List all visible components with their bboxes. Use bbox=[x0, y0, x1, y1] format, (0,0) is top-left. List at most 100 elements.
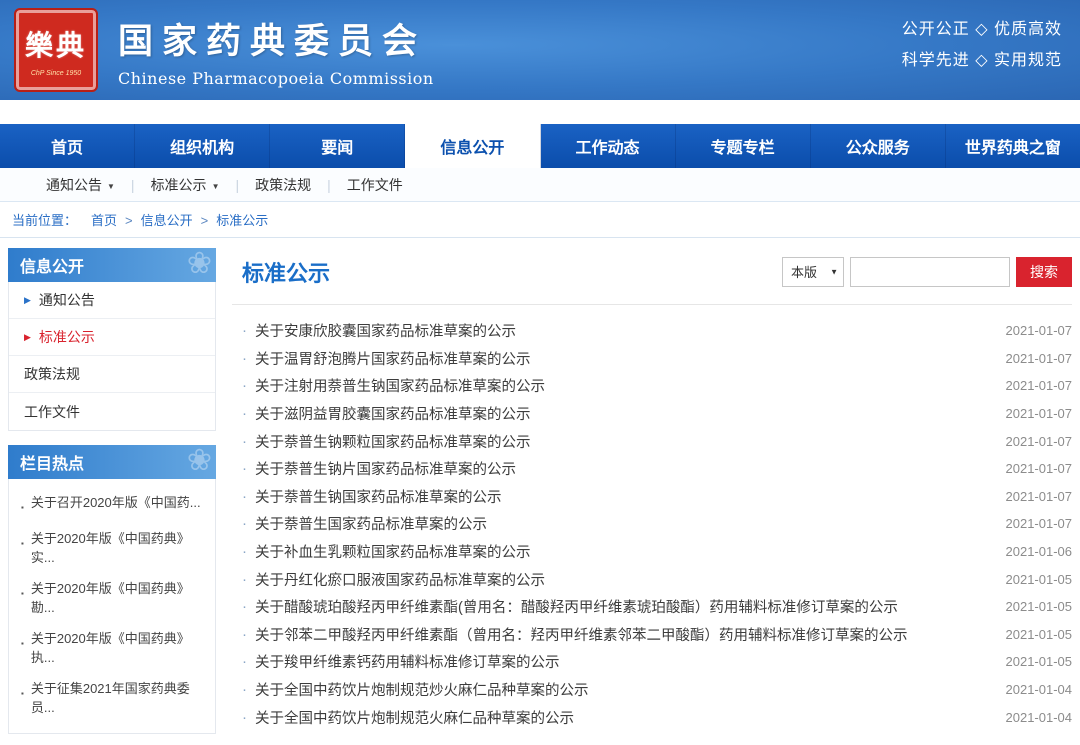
article-row-12: ·关于羧甲纤维素钙药用辅料标准修订草案的公示2021-01-05 bbox=[232, 648, 1072, 676]
hot-item-2[interactable]: ▪关于2020年版《中国药典》勘... bbox=[19, 573, 205, 623]
nav-item-2[interactable]: 要闻 bbox=[270, 124, 405, 168]
article-link-11[interactable]: 关于邻苯二甲酸羟丙甲纤维素酯（曾用名：羟丙甲纤维素邻苯二甲酸酯）药用辅料标准修订… bbox=[255, 624, 992, 645]
breadcrumb-link-2[interactable]: 标准公示 bbox=[216, 213, 268, 228]
article-date-13: 2021-01-04 bbox=[1006, 682, 1073, 697]
article-row-6: · 关于萘普生钠国家药品标准草案的公示 2021-01-07 bbox=[232, 483, 1072, 511]
slogan-line-2: 科学先进 ◇ 实用规范 bbox=[902, 45, 1062, 76]
article-link-13[interactable]: 关于全国中药饮片炮制规范炒火麻仁品种草案的公示 bbox=[255, 679, 992, 700]
hot-section: 栏目热点 ❀ ▪关于召开2020年版《中国药...▪关于2020年版《中国药典》… bbox=[8, 445, 216, 734]
article-row-8: · 关于补血生乳颗粒国家药品标准草案的公示 2021-01-06 bbox=[232, 538, 1072, 566]
site-title: 国家药典委员会 bbox=[118, 13, 434, 64]
hot-item-label: 关于征集2021年国家药典委员... bbox=[31, 679, 205, 717]
subnav-item-0[interactable]: 通知公告▼ bbox=[30, 175, 131, 195]
sidebar-item-2[interactable]: 政策法规 bbox=[9, 356, 215, 393]
article-row-1: · 关于温胃舒泡腾片国家药品标准草案的公示 2021-01-07 bbox=[232, 345, 1072, 373]
nav-item-6[interactable]: 公众服务 bbox=[811, 124, 946, 168]
bullet-icon: · bbox=[242, 460, 247, 477]
article-link-8[interactable]: 关于补血生乳颗粒国家药品标准草案的公示 bbox=[255, 541, 992, 562]
header-gap bbox=[0, 100, 1080, 124]
triangle-right-icon: ▶ bbox=[24, 332, 31, 343]
square-bullet-icon: ▪ bbox=[21, 684, 24, 703]
nav-item-3[interactable]: 信息公开 bbox=[405, 124, 540, 168]
sidebar-item-label: 标准公示 bbox=[39, 327, 95, 347]
nav-item-0[interactable]: 首页 bbox=[0, 124, 135, 168]
article-link-4[interactable]: 关于萘普生钠颗粒国家药品标准草案的公示 bbox=[255, 431, 992, 452]
sidebar-item-label: 政策法规 bbox=[24, 364, 80, 384]
sidebar-item-1[interactable]: ▶ 标准公示 bbox=[9, 319, 215, 356]
bullet-icon: · bbox=[242, 322, 247, 339]
breadcrumb: 当前位置： 首页>信息公开>标准公示 bbox=[0, 202, 1080, 238]
article-date-1: 2021-01-07 bbox=[1006, 351, 1073, 366]
hot-item-0[interactable]: ▪关于召开2020年版《中国药... bbox=[19, 487, 205, 523]
article-date-14: 2021-01-04 bbox=[1006, 710, 1073, 725]
site-header: 樂典 ChP Since 1950 国家药典委员会 Chinese Pharma… bbox=[0, 0, 1080, 100]
sidebar: 信息公开 ❀ ▶通知公告▶标准公示政策法规工作文件 栏目热点 ❀ ▪关于召开20… bbox=[8, 248, 216, 734]
hot-item-1[interactable]: ▪关于2020年版《中国药典》实... bbox=[19, 523, 205, 573]
bullet-icon: · bbox=[242, 488, 247, 505]
article-date-2: 2021-01-07 bbox=[1006, 378, 1073, 393]
nav-item-4[interactable]: 工作动态 bbox=[541, 124, 676, 168]
bullet-icon: · bbox=[242, 571, 247, 588]
main-column: 标准公示 本版 ▼ 搜索 · 关于安康欣胶囊国家药品标准草案的公示 2021-01-… bbox=[232, 248, 1072, 734]
breadcrumb-trail: 首页>信息公开>标准公示 bbox=[83, 210, 276, 229]
article-date-0: 2021-01-07 bbox=[1006, 323, 1073, 338]
bullet-icon: · bbox=[242, 350, 247, 367]
article-date-6: 2021-01-07 bbox=[1006, 489, 1073, 504]
article-link-12[interactable]: 关于羧甲纤维素钙药用辅料标准修订草案的公示 bbox=[255, 651, 992, 672]
hot-item-4[interactable]: ▪ 关于征集2021年国家药典委员... bbox=[19, 673, 205, 723]
article-row-2: ·关于注射用萘普生钠国家药品标准草案的公示2021-01-07 bbox=[232, 372, 1072, 400]
search-button[interactable]: 搜索 bbox=[1016, 257, 1072, 287]
article-row-3: ·关于滋阴益胃胶囊国家药品标准草案的公示2021-01-07 bbox=[232, 400, 1072, 428]
article-row-4: · 关于萘普生钠颗粒国家药品标准草案的公示 2021-01-07 bbox=[232, 427, 1072, 455]
hot-item-label: 关于2020年版《中国药典》执... bbox=[31, 629, 205, 667]
article-link-2[interactable]: 关于注射用萘普生钠国家药品标准草案的公示 bbox=[255, 375, 992, 396]
article-row-7: ·关于萘普生国家药品标准草案的公示2021-01-07 bbox=[232, 510, 1072, 538]
hot-list: ▪关于召开2020年版《中国药...▪关于2020年版《中国药典》实...▪关于… bbox=[8, 479, 216, 734]
article-link-6[interactable]: 关于萘普生钠国家药品标准草案的公示 bbox=[255, 486, 992, 507]
article-date-12: 2021-01-05 bbox=[1006, 654, 1073, 669]
article-date-8: 2021-01-06 bbox=[1006, 544, 1073, 559]
sidebar-item-0[interactable]: ▶通知公告 bbox=[9, 282, 215, 319]
bullet-icon: · bbox=[242, 626, 247, 643]
chevron-down-icon: ▼ bbox=[107, 182, 115, 191]
bullet-icon: · bbox=[242, 433, 247, 450]
article-link-7[interactable]: 关于萘普生国家药品标准草案的公示 bbox=[255, 513, 992, 534]
subnav-item-2[interactable]: 政策法规 bbox=[239, 175, 327, 195]
main-header: 标准公示 本版 ▼ 搜索 bbox=[232, 248, 1072, 305]
article-date-4: 2021-01-07 bbox=[1006, 434, 1073, 449]
sidebar-menu: ▶通知公告 ▶ 标准公示政策法规工作文件 bbox=[8, 282, 216, 431]
article-link-5[interactable]: 关于萘普生钠片国家药品标准草案的公示 bbox=[255, 458, 992, 479]
bullet-icon: · bbox=[242, 405, 247, 422]
article-link-0[interactable]: 关于安康欣胶囊国家药品标准草案的公示 bbox=[255, 320, 992, 341]
subnav-item-3[interactable]: 工作文件 bbox=[331, 175, 419, 195]
content-area: 信息公开 ❀ ▶通知公告▶标准公示政策法规工作文件 栏目热点 ❀ ▪关于召开20… bbox=[0, 238, 1080, 734]
article-date-11: 2021-01-05 bbox=[1006, 627, 1073, 642]
article-date-10: 2021-01-05 bbox=[1006, 599, 1073, 614]
article-row-10: ·关于醋酸琥珀酸羟丙甲纤维素酯(曾用名：醋酸羟丙甲纤维素琥珀酸酯）药用辅料标准修… bbox=[232, 593, 1072, 621]
hot-item-3[interactable]: ▪关于2020年版《中国药典》执... bbox=[19, 623, 205, 673]
header-slogans: 公开公正 ◇ 优质高效 科学先进 ◇ 实用规范 bbox=[902, 0, 1066, 76]
site-subtitle: Chinese Pharmacopoeia Commission bbox=[118, 69, 434, 88]
breadcrumb-link-1[interactable]: 信息公开 bbox=[141, 213, 193, 228]
article-link-9[interactable]: 关于丹红化瘀口服液国家药品标准草案的公示 bbox=[255, 569, 992, 590]
search-input[interactable] bbox=[850, 257, 1010, 287]
article-row-13: ·关于全国中药饮片炮制规范炒火麻仁品种草案的公示2021-01-04 bbox=[232, 676, 1072, 704]
square-bullet-icon: ▪ bbox=[21, 584, 24, 603]
nav-item-7[interactable]: 世界药典之窗 bbox=[946, 124, 1080, 168]
breadcrumb-link-0[interactable]: 首页 bbox=[91, 213, 117, 228]
nav-item-5[interactable]: 专题专栏 bbox=[676, 124, 811, 168]
sidebar-section-title-text: 信息公开 bbox=[20, 253, 84, 277]
article-link-1[interactable]: 关于温胃舒泡腾片国家药品标准草案的公示 bbox=[255, 348, 992, 369]
slogan-line-1: 公开公正 ◇ 优质高效 bbox=[902, 14, 1062, 45]
nav-item-1[interactable]: 组织机构 bbox=[135, 124, 270, 168]
subnav-item-1[interactable]: 标准公示▼ bbox=[135, 175, 236, 195]
article-link-3[interactable]: 关于滋阴益胃胶囊国家药品标准草案的公示 bbox=[255, 403, 992, 424]
bullet-icon: · bbox=[242, 543, 247, 560]
article-list: · 关于安康欣胶囊国家药品标准草案的公示 2021-01-07 · 关于温胃舒泡腾片国家… bbox=[232, 305, 1072, 731]
article-link-10[interactable]: 关于醋酸琥珀酸羟丙甲纤维素酯(曾用名：醋酸羟丙甲纤维素琥珀酸酯）药用辅料标准修订… bbox=[255, 596, 992, 617]
sidebar-item-3[interactable]: 工作文件 bbox=[9, 393, 215, 430]
article-link-14[interactable]: 关于全国中药饮片炮制规范火麻仁品种草案的公示 bbox=[255, 707, 992, 728]
bullet-icon: · bbox=[242, 709, 247, 726]
search-scope-select[interactable]: 本版 bbox=[782, 257, 844, 287]
hot-item-label: 关于召开2020年版《中国药... bbox=[31, 493, 201, 512]
